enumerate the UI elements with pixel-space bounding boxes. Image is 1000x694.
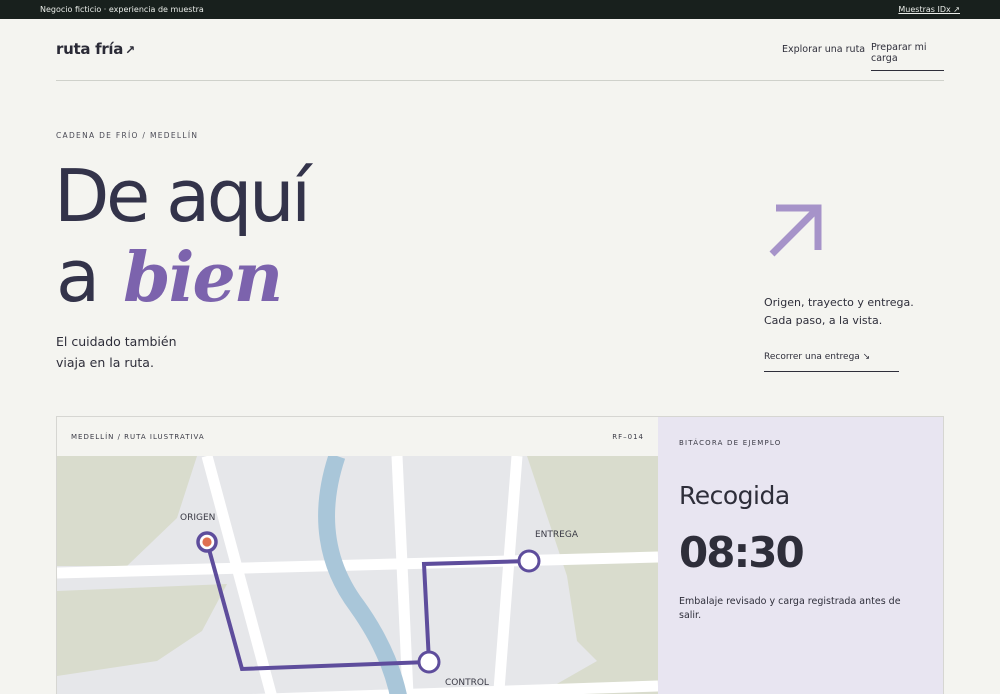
log-description: Embalaje revisado y carga registrada ant… (679, 596, 901, 621)
control-marker (417, 650, 441, 674)
origin-marker-dot (202, 537, 212, 547)
logo[interactable]: ruta fría ↗ (56, 40, 135, 58)
hero-tagline-line-1: El cuidado también (56, 334, 177, 349)
nav-prepare-cargo-link[interactable]: Preparar mi carga (871, 42, 944, 71)
hero-title-accent: bien (123, 238, 283, 318)
log-time: 08:30 (679, 528, 805, 577)
hero-eyebrow: CADENA DE FRÍO / MEDELLÍN (56, 131, 199, 140)
log-eyebrow: BITÁCORA DE EJEMPLO (679, 439, 782, 447)
hero-title-a: a (56, 234, 100, 318)
hero-side-text-line-1: Origen, trayecto y entrega. (764, 296, 914, 309)
control-label: CONTROL (445, 678, 489, 688)
route-panel: MEDELLÍN / RUTA ILUSTRATIVA RF–014 ORIGE… (56, 416, 944, 694)
origin-label: ORIGEN (180, 513, 216, 523)
log-status: Recogida (679, 481, 790, 510)
route-code: RF–014 (612, 432, 644, 441)
banner-samples-link[interactable]: Muestras IDx ↗ (898, 5, 960, 14)
hero-tagline-line-2: viaja en la ruta. (56, 355, 154, 370)
delivery-label: ENTREGA (535, 530, 578, 540)
arrow-up-right-icon: ↗ (125, 43, 135, 57)
map-header: MEDELLÍN / RUTA ILUSTRATIVA RF–014 (57, 417, 658, 456)
hero-title-line-2: a bien (56, 234, 283, 318)
map-title: MEDELLÍN / RUTA ILUSTRATIVA (71, 432, 205, 441)
log-card: BITÁCORA DE EJEMPLO Recogida 08:30 Embal… (658, 417, 943, 694)
hero-title-line-1: De aquí (54, 154, 311, 238)
hero-side-text: Origen, trayecto y entrega. Cada paso, a… (764, 294, 934, 330)
delivery-marker (517, 549, 541, 573)
route-map-svg (57, 456, 658, 694)
banner-text: Negocio ficticio · experiencia de muestr… (40, 5, 204, 14)
logo-text: ruta fría (56, 40, 124, 58)
header-divider (56, 80, 944, 81)
walkthrough-delivery-link[interactable]: Recorrer una entrega ↘ (764, 352, 899, 372)
hero-tagline: El cuidado también viaja en la ruta. (56, 331, 236, 373)
hero-side-text-line-2: Cada paso, a la vista. (764, 314, 883, 327)
route-map[interactable]: ORIGEN ENTREGA CONTROL (57, 456, 658, 694)
top-banner: Negocio ficticio · experiencia de muestr… (0, 0, 1000, 19)
large-arrow-up-right-icon (769, 204, 822, 257)
nav-explore-route-link[interactable]: Explorar una ruta (782, 44, 865, 55)
